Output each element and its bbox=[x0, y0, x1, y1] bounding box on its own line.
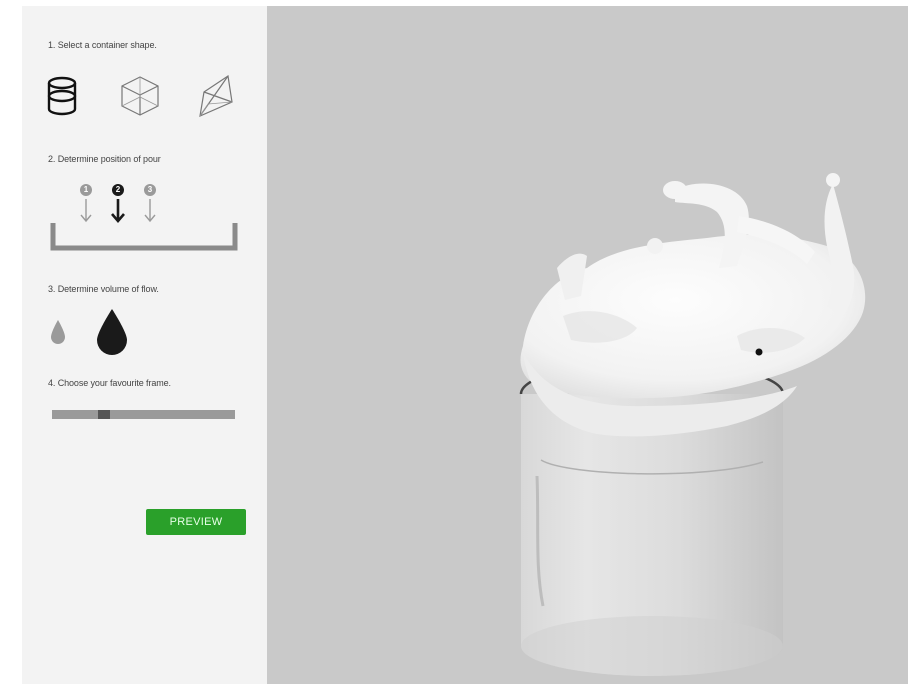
step-2-label: 2. Determine position of pour bbox=[48, 154, 161, 164]
cylinder-icon bbox=[47, 76, 77, 116]
wedge-icon bbox=[199, 74, 233, 117]
shape-wedge-button[interactable] bbox=[194, 72, 238, 118]
cube-icon bbox=[121, 76, 159, 116]
down-arrow-icon bbox=[111, 199, 125, 223]
down-arrow-icon bbox=[80, 199, 92, 223]
render-viewport bbox=[267, 6, 908, 684]
shape-cube-button[interactable] bbox=[118, 74, 162, 118]
pour-number-badge: 1 bbox=[80, 184, 92, 196]
pour-position-1-button[interactable]: 1 bbox=[76, 184, 96, 228]
step-4-label: 4. Choose your favourite frame. bbox=[48, 378, 171, 388]
pour-number-badge: 2 bbox=[112, 184, 124, 196]
app-window: 1. Select a container shape. 2. Determin… bbox=[22, 6, 908, 684]
down-arrow-icon bbox=[144, 199, 156, 223]
frame-slider-thumb[interactable] bbox=[98, 410, 110, 419]
step-3-label: 3. Determine volume of flow. bbox=[48, 284, 159, 294]
pour-position-3-button[interactable]: 3 bbox=[140, 184, 160, 228]
liquid-splash-render bbox=[519, 173, 866, 676]
step-1-label: 1. Select a container shape. bbox=[48, 40, 157, 50]
control-panel: 1. Select a container shape. 2. Determin… bbox=[22, 6, 267, 684]
volume-low-button[interactable] bbox=[50, 319, 66, 345]
preview-button[interactable]: PREVIEW bbox=[146, 509, 246, 535]
container-diagram bbox=[50, 223, 238, 251]
frame-slider[interactable] bbox=[52, 410, 235, 419]
pour-number-badge: 3 bbox=[144, 184, 156, 196]
pour-position-2-button[interactable]: 2 bbox=[108, 184, 128, 228]
shape-cylinder-button[interactable] bbox=[46, 76, 78, 116]
small-drop-icon bbox=[51, 320, 65, 344]
volume-high-button[interactable] bbox=[94, 308, 130, 356]
large-drop-icon bbox=[97, 309, 127, 355]
